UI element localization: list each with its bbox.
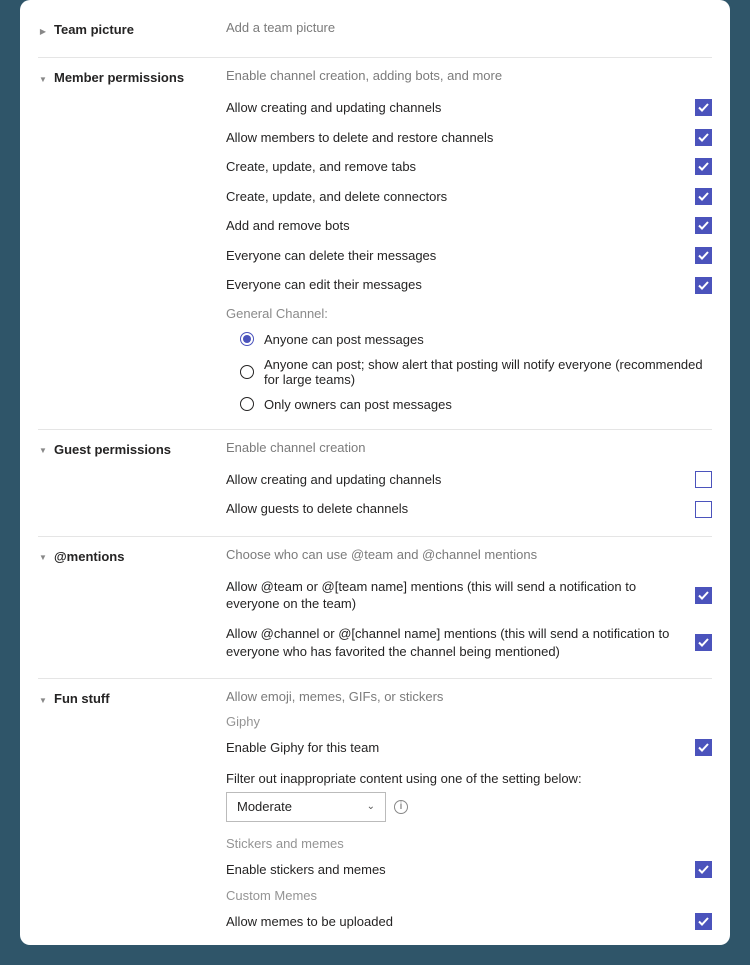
- checkbox[interactable]: [695, 739, 712, 756]
- checkbox-row: Allow creating and updating channels: [226, 93, 712, 123]
- filter-label: Filter out inappropriate content using o…: [226, 771, 712, 786]
- checkbox[interactable]: [695, 501, 712, 518]
- section-team-picture: ▶ Team picture Add a team picture: [38, 20, 712, 57]
- filter-select[interactable]: Moderate ⌄: [226, 792, 386, 822]
- radio-row[interactable]: Anyone can post; show alert that posting…: [240, 352, 712, 392]
- checkbox-label: Allow memes to be uploaded: [226, 913, 683, 931]
- caret-down-icon: ▼: [38, 553, 48, 563]
- section-desc: Enable channel creation: [226, 440, 712, 455]
- filter-select-value: Moderate: [237, 799, 292, 814]
- checkbox-label: Enable stickers and memes: [226, 861, 683, 879]
- checkbox-row: Allow members to delete and restore chan…: [226, 123, 712, 153]
- checkbox-label: Allow @channel or @[channel name] mentio…: [226, 625, 683, 660]
- checkbox-row: Create, update, and remove tabs: [226, 152, 712, 182]
- section-mentions: ▼ @mentions Choose who can use @team and…: [38, 536, 712, 678]
- settings-panel: ▶ Team picture Add a team picture ▼ Memb…: [20, 0, 730, 945]
- section-desc: Allow emoji, memes, GIFs, or stickers: [226, 689, 712, 704]
- general-channel-radio-group: Anyone can post messages Anyone can post;…: [226, 327, 712, 417]
- checkbox-label: Everyone can delete their messages: [226, 247, 683, 265]
- radio-row[interactable]: Only owners can post messages: [240, 392, 712, 417]
- checkbox-label: Allow creating and updating channels: [226, 471, 683, 489]
- checkbox[interactable]: [695, 217, 712, 234]
- checkbox-label: Allow @team or @[team name] mentions (th…: [226, 578, 683, 613]
- checkbox[interactable]: [695, 587, 712, 604]
- checkbox[interactable]: [695, 188, 712, 205]
- section-title: @mentions: [54, 549, 124, 564]
- checkbox[interactable]: [695, 129, 712, 146]
- member-permissions-list: Allow creating and updating channels Allo…: [226, 93, 712, 300]
- checkbox-row: Allow @team or @[team name] mentions (th…: [226, 572, 712, 619]
- guest-permissions-list: Allow creating and updating channels Allo…: [226, 465, 712, 524]
- checkbox[interactable]: [695, 277, 712, 294]
- section-header-mentions[interactable]: ▼ @mentions: [38, 547, 226, 666]
- checkbox[interactable]: [695, 913, 712, 930]
- radio-button[interactable]: [240, 397, 254, 411]
- section-desc: Choose who can use @team and @channel me…: [226, 547, 712, 562]
- stickers-subsection-label: Stickers and memes: [226, 836, 712, 851]
- radio-button[interactable]: [240, 332, 254, 346]
- checkbox-label: Everyone can edit their messages: [226, 276, 683, 294]
- checkbox[interactable]: [695, 634, 712, 651]
- checkbox[interactable]: [695, 99, 712, 116]
- caret-down-icon: ▼: [38, 695, 48, 705]
- section-title: Team picture: [54, 22, 134, 37]
- caret-down-icon: ▼: [38, 446, 48, 456]
- checkbox-row: Allow memes to be uploaded: [226, 907, 712, 937]
- general-channel-label: General Channel:: [226, 306, 712, 321]
- checkbox-label: Enable Giphy for this team: [226, 739, 683, 757]
- section-header-team-picture[interactable]: ▶ Team picture: [38, 20, 226, 45]
- checkbox-label: Create, update, and remove tabs: [226, 158, 683, 176]
- checkbox-row: Everyone can delete their messages: [226, 241, 712, 271]
- checkbox-label: Allow guests to delete channels: [226, 500, 683, 518]
- checkbox-row: Allow guests to delete channels: [226, 494, 712, 524]
- checkbox-label: Add and remove bots: [226, 217, 683, 235]
- checkbox-row: Add and remove bots: [226, 211, 712, 241]
- custom-memes-subsection-label: Custom Memes: [226, 888, 712, 903]
- section-desc: Add a team picture: [226, 20, 712, 35]
- section-title: Member permissions: [54, 70, 184, 85]
- checkbox-row: Create, update, and delete connectors: [226, 182, 712, 212]
- checkbox[interactable]: [695, 861, 712, 878]
- mentions-list: Allow @team or @[team name] mentions (th…: [226, 572, 712, 666]
- radio-label: Only owners can post messages: [264, 397, 452, 412]
- filter-select-wrap: Moderate ⌄ i: [226, 792, 712, 822]
- section-desc: Enable channel creation, adding bots, an…: [226, 68, 712, 83]
- checkbox[interactable]: [695, 158, 712, 175]
- section-title: Guest permissions: [54, 442, 171, 457]
- checkbox-row: Everyone can edit their messages: [226, 270, 712, 300]
- chevron-down-icon: ⌄: [367, 801, 375, 812]
- giphy-subsection-label: Giphy: [226, 714, 712, 729]
- radio-label: Anyone can post messages: [264, 332, 424, 347]
- checkbox-label: Allow creating and updating channels: [226, 99, 683, 117]
- section-header-member-permissions[interactable]: ▼ Member permissions: [38, 68, 226, 417]
- section-title: Fun stuff: [54, 691, 110, 706]
- info-icon[interactable]: i: [394, 800, 408, 814]
- checkbox[interactable]: [695, 471, 712, 488]
- checkbox-row: Allow @channel or @[channel name] mentio…: [226, 619, 712, 666]
- radio-row[interactable]: Anyone can post messages: [240, 327, 712, 352]
- caret-right-icon: ▶: [38, 26, 48, 36]
- checkbox-label: Create, update, and delete connectors: [226, 188, 683, 206]
- checkbox-label: Allow members to delete and restore chan…: [226, 129, 683, 147]
- section-fun-stuff: ▼ Fun stuff Allow emoji, memes, GIFs, or…: [38, 678, 712, 945]
- checkbox-row: Enable stickers and memes: [226, 855, 712, 885]
- checkbox[interactable]: [695, 247, 712, 264]
- section-member-permissions: ▼ Member permissions Enable channel crea…: [38, 57, 712, 429]
- section-header-fun-stuff[interactable]: ▼ Fun stuff: [38, 689, 226, 937]
- checkbox-row: Enable Giphy for this team: [226, 733, 712, 763]
- radio-label: Anyone can post; show alert that posting…: [264, 357, 712, 387]
- checkbox-row: Allow creating and updating channels: [226, 465, 712, 495]
- section-header-guest-permissions[interactable]: ▼ Guest permissions: [38, 440, 226, 524]
- section-guest-permissions: ▼ Guest permissions Enable channel creat…: [38, 429, 712, 536]
- caret-down-icon: ▼: [38, 74, 48, 84]
- radio-button[interactable]: [240, 365, 254, 379]
